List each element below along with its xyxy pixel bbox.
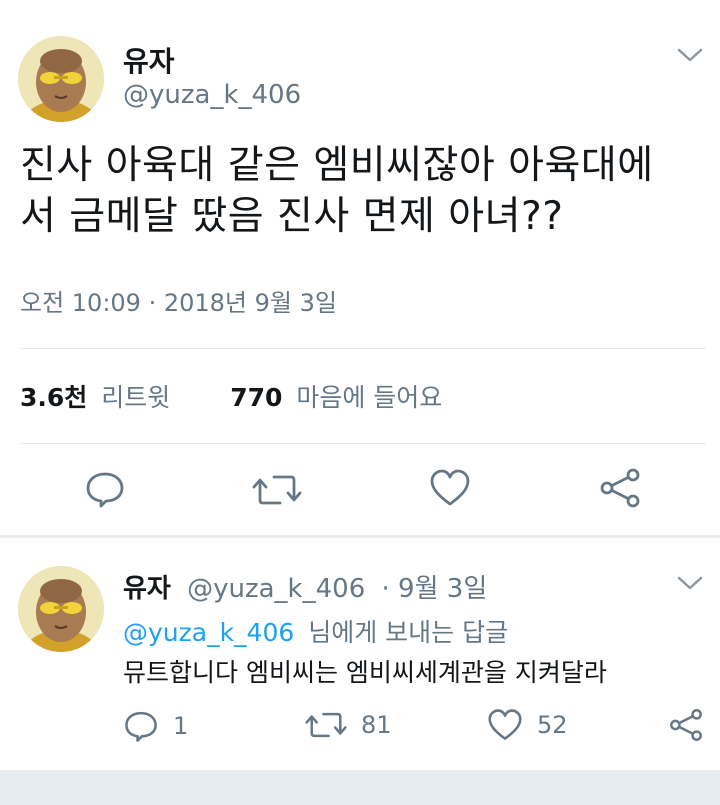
display-name[interactable]: 유자: [123, 40, 175, 80]
user-handle[interactable]: @yuza_k_406: [123, 80, 301, 110]
tweet-text-line: 서 금메달 땄음 진사 면제 아녀??: [20, 194, 564, 239]
avatar-image: [18, 36, 104, 122]
like-button[interactable]: [429, 468, 471, 512]
share-button[interactable]: [668, 708, 704, 742]
avatar[interactable]: [18, 566, 104, 652]
like-count: 770: [230, 383, 283, 412]
reply-text: 뮤트합니다 엠비씨는 엠비씨세계관을 지켜달라: [123, 658, 607, 687]
reply-button[interactable]: [84, 468, 126, 514]
reply-header: 유자 @yuza_k_406 · 9월 3일: [123, 568, 487, 605]
like-stat[interactable]: 770 마음에 들어요: [230, 383, 442, 412]
retweet-icon: [252, 475, 302, 505]
mention-link[interactable]: @yuza_k_406: [123, 618, 294, 647]
retweet-icon: [305, 712, 347, 738]
chevron-down-icon[interactable]: [677, 574, 703, 596]
share-icon: [670, 709, 702, 741]
avatar[interactable]: [18, 36, 104, 122]
chevron-down-icon[interactable]: [677, 46, 703, 68]
divider: [20, 348, 706, 349]
user-handle[interactable]: @yuza_k_406: [187, 574, 365, 604]
divider: [20, 443, 706, 444]
retweet-stat[interactable]: 3.6천 리트윗: [20, 383, 178, 412]
like-icon: [430, 469, 470, 506]
like-label: 마음에 들어요: [296, 383, 443, 412]
tweet-actions: [0, 462, 720, 518]
retweet-button[interactable]: [252, 470, 302, 514]
retweet-label: 리트윗: [101, 383, 171, 412]
retweet-count: 81: [361, 711, 392, 739]
display-name[interactable]: 유자: [123, 574, 171, 604]
share-button[interactable]: [598, 468, 642, 512]
avatar-image: [18, 566, 104, 652]
tweet-text: 진사 아육대 같은 엠비씨잖아 아육대에 서 금메달 땄음 진사 면제 아녀??: [20, 140, 700, 242]
share-icon: [600, 468, 640, 508]
retweet-count: 3.6천: [20, 383, 88, 412]
reply-tweet[interactable]: 유자 @yuza_k_406 · 9월 3일 @yuza_k_406 님에게 보…: [0, 538, 720, 768]
reply-icon: [125, 711, 157, 742]
tweet-stats: 3.6천 리트윗 770 마음에 들어요: [20, 378, 442, 414]
tweet-text-line: 진사 아육대 같은 엠비씨잖아 아육대에: [20, 143, 654, 188]
replying-to-label: 님에게 보내는 답글: [308, 618, 509, 647]
reply-date: · 9월 3일: [381, 574, 488, 604]
reply-button[interactable]: 1: [123, 708, 188, 744]
like-button[interactable]: 52: [487, 708, 568, 742]
replying-to: @yuza_k_406 님에게 보내는 답글: [123, 613, 508, 649]
reply-icon: [86, 472, 124, 508]
main-tweet: 유자 @yuza_k_406 진사 아육대 같은 엠비씨잖아 아육대에 서 금메…: [0, 0, 720, 535]
like-count: 52: [537, 711, 568, 739]
retweet-button[interactable]: 81: [305, 708, 392, 742]
bottom-separator: [0, 770, 720, 805]
like-icon: [488, 709, 522, 740]
reply-actions: 1 81 52: [0, 708, 720, 758]
reply-count: 1: [173, 712, 189, 740]
tweet-timestamp[interactable]: 오전 10:09 · 2018년 9월 3일: [20, 283, 337, 318]
